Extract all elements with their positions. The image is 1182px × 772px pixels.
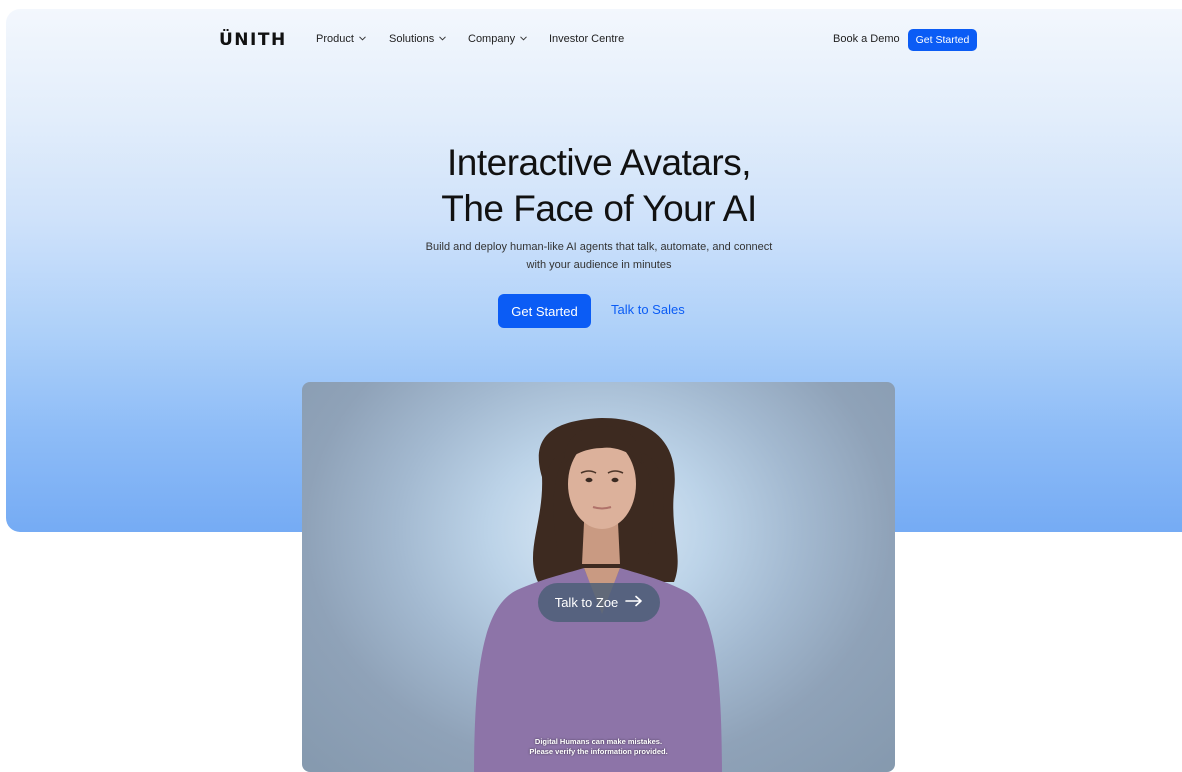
talk-to-zoe-label: Talk to Zoe xyxy=(554,595,619,610)
nav-item-label: Company xyxy=(468,33,516,45)
chevron-down-icon xyxy=(520,36,527,42)
hero-title: Interactive Avatars, The Face of Your AI xyxy=(0,140,1182,232)
ai-disclaimer: Digital Humans can make mistakes. Please… xyxy=(302,737,895,757)
disclaimer-line-2: Please verify the information provided. xyxy=(529,747,668,756)
disclaimer-line-1: Digital Humans can make mistakes. xyxy=(534,737,663,746)
talk-to-zoe-button[interactable]: Talk to Zoe xyxy=(538,583,660,622)
nav-item-solutions[interactable]: Solutions xyxy=(389,33,447,45)
avatar-video-panel[interactable]: Talk to Zoe Digital Humans can make mist… xyxy=(302,382,895,772)
avatar-portrait xyxy=(474,418,722,772)
brand-logo[interactable]: ÜNITH xyxy=(219,30,287,50)
hero-title-line-1: Interactive Avatars, xyxy=(447,142,751,183)
hero-title-line-2: The Face of Your AI xyxy=(441,188,757,229)
chevron-down-icon xyxy=(359,36,366,42)
top-navigation: ÜNITH Product Solutions Company Investor… xyxy=(0,0,1182,80)
hero-subtitle-line-1: Build and deploy human-like AI agents th… xyxy=(425,241,773,253)
nav-item-label: Investor Centre xyxy=(549,33,625,45)
nav-item-company[interactable]: Company xyxy=(468,33,527,45)
hero-subtitle: Build and deploy human-like AI agents th… xyxy=(0,238,1182,274)
nav-item-label: Solutions xyxy=(389,33,435,45)
hero-subtitle-line-2: with your audience in minutes xyxy=(526,259,672,271)
nav-item-label: Product xyxy=(316,33,354,45)
nav-item-investor-centre[interactable]: Investor Centre xyxy=(549,33,624,45)
nav-item-product[interactable]: Product xyxy=(316,33,366,45)
talk-to-sales-link[interactable]: Talk to Sales xyxy=(611,302,685,317)
hero-get-started-button[interactable]: Get Started xyxy=(498,294,591,328)
chevron-down-icon xyxy=(439,36,447,42)
arrow-right-icon xyxy=(625,595,643,610)
book-demo-link[interactable]: Book a Demo xyxy=(833,33,900,45)
nav-get-started-button[interactable]: Get Started xyxy=(908,29,977,51)
